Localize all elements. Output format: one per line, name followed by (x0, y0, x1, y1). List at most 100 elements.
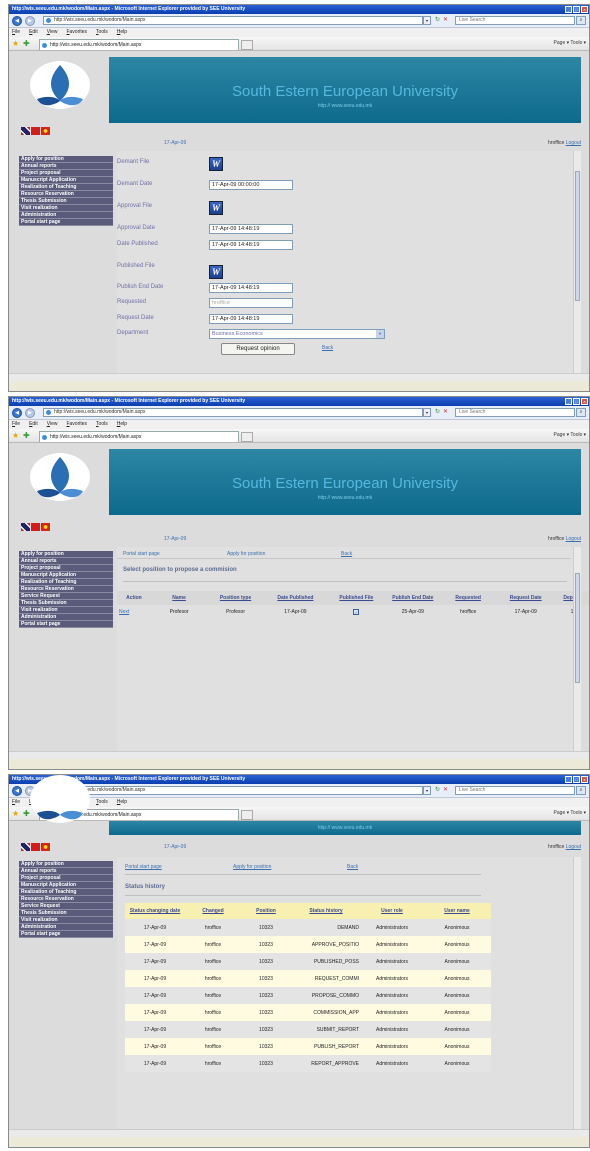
sidebar-item-portal[interactable]: Portal start page (19, 931, 113, 938)
macedonian-flag-icon[interactable] (41, 843, 50, 851)
col-action[interactable]: Action (117, 591, 151, 605)
logout-link[interactable]: Logout (566, 140, 581, 146)
albanian-flag-icon[interactable] (31, 523, 40, 531)
search-input[interactable]: Live Search (455, 786, 575, 795)
sidebar-item-apply[interactable]: Apply for position (19, 551, 113, 558)
col-date-published[interactable]: Date Published (264, 591, 327, 605)
back-link[interactable]: Back (322, 345, 333, 351)
col-request-date[interactable]: Request Date (496, 591, 555, 605)
sidebar-item-portal[interactable]: Portal start page (19, 219, 113, 226)
new-tab-button[interactable] (241, 40, 253, 50)
sidebar-item-administration[interactable]: Administration (19, 924, 113, 931)
sidebar-item-administration[interactable]: Administration (19, 212, 113, 219)
menu-tools[interactable]: Tools (96, 28, 108, 37)
publish-end-input[interactable]: 17-Apr-09 14:48:19 (209, 283, 293, 293)
refresh-icon[interactable]: ↻ (435, 787, 440, 793)
back-arrow-icon[interactable]: ◀ (12, 407, 22, 418)
menu-file[interactable]: File (12, 798, 20, 807)
portal-start-link[interactable]: Portal start page (125, 864, 162, 870)
menu-tools[interactable]: Tools (96, 420, 108, 429)
horizontal-scrollbar[interactable] (9, 751, 589, 759)
vertical-scrollbar[interactable] (573, 547, 581, 751)
menu-edit[interactable]: Edit (29, 420, 38, 429)
next-link[interactable]: Next (119, 609, 129, 615)
address-input[interactable]: http://wis.seeu.edu.mk/wodom/Main.aspx (43, 408, 423, 417)
menu-help[interactable]: Help (117, 420, 127, 429)
menu-help[interactable]: Help (117, 28, 127, 37)
sidebar-item-project-proposal[interactable]: Project proposal (19, 565, 113, 572)
stop-icon[interactable]: ✕ (443, 17, 448, 23)
minimize-icon[interactable]: _ (565, 398, 572, 405)
col-position-type[interactable]: Position type (207, 591, 263, 605)
sidebar-item-annual-reports[interactable]: Annual reports (19, 558, 113, 565)
portal-start-link[interactable]: Portal start page (123, 551, 160, 557)
sidebar-item-annual-reports[interactable]: Annual reports (19, 868, 113, 875)
document-icon[interactable]: ✓ (353, 608, 360, 615)
col-publish-end[interactable]: Publish End Date (386, 591, 440, 605)
sidebar-item-resource[interactable]: Resource Reservation (19, 896, 113, 903)
sidebar-item-thesis[interactable]: Thesis Submission (19, 198, 113, 205)
menu-view[interactable]: View (47, 420, 58, 429)
sidebar-item-visit[interactable]: Visit realization (19, 607, 113, 614)
sidebar-item-portal[interactable]: Portal start page (19, 621, 113, 628)
add-favorite-icon[interactable]: ✚ (23, 431, 30, 440)
search-input[interactable]: Live Search (455, 16, 575, 25)
maximize-icon[interactable]: □ (573, 776, 580, 783)
sidebar-item-service[interactable]: Service Request (19, 593, 113, 600)
menu-favorites[interactable]: Favorites (66, 28, 87, 37)
requested-input[interactable]: hroffice (209, 298, 293, 308)
col-published-file[interactable]: Published File (327, 591, 386, 605)
sidebar-item-visit[interactable]: Visit realization (19, 205, 113, 212)
site-url[interactable]: http:// www.seeu.edu.mk (109, 495, 581, 501)
close-icon[interactable]: × (581, 398, 588, 405)
horizontal-scrollbar[interactable] (9, 1129, 589, 1137)
address-dropdown[interactable]: ▾ (423, 16, 431, 25)
logout-link[interactable]: Logout (566, 844, 581, 850)
uk-flag-icon[interactable] (21, 127, 30, 135)
menu-help[interactable]: Help (117, 798, 127, 807)
albanian-flag-icon[interactable] (31, 127, 40, 135)
address-input[interactable]: http://wis.seeu.edu.mk/wodom/Main.aspx (43, 16, 423, 25)
sidebar-item-visit[interactable]: Visit realization (19, 917, 113, 924)
word-doc-icon[interactable]: W (209, 201, 223, 215)
albanian-flag-icon[interactable] (31, 843, 40, 851)
favorites-star-icon[interactable]: ★ (12, 431, 19, 440)
sidebar-item-administration[interactable]: Administration (19, 614, 113, 621)
sidebar-item-resource[interactable]: Resource Reservation (19, 191, 113, 198)
horizontal-scrollbar[interactable] (9, 373, 589, 381)
sidebar-item-realization[interactable]: Realization of Teaching (19, 579, 113, 586)
sidebar-item-apply[interactable]: Apply for position (19, 861, 113, 868)
sidebar-item-resource[interactable]: Resource Reservation (19, 586, 113, 593)
uk-flag-icon[interactable] (21, 843, 30, 851)
new-tab-button[interactable] (241, 810, 253, 820)
command-bar[interactable]: Page ▾ Tools ▾ (554, 432, 586, 438)
sidebar-item-service[interactable]: Service Request (19, 903, 113, 910)
uk-flag-icon[interactable] (21, 523, 30, 531)
col-user-role[interactable]: User role (361, 903, 423, 919)
address-dropdown[interactable]: ▾ (423, 408, 431, 417)
minimize-icon[interactable]: _ (565, 6, 572, 13)
sidebar-item-manuscript[interactable]: Manuscript Application (19, 882, 113, 889)
col-position[interactable]: Position (241, 903, 291, 919)
col-requested[interactable]: Requested (440, 591, 496, 605)
command-bar[interactable]: Page ▾ Tools ▾ (554, 40, 586, 46)
address-input[interactable]: http://wis.seeu.edu.mk/wodom/Main.aspx (43, 786, 423, 795)
add-favorite-icon[interactable]: ✚ (23, 39, 30, 48)
sidebar-item-apply[interactable]: Apply for position (19, 156, 113, 163)
apply-position-link[interactable]: Apply for position (227, 551, 265, 557)
site-url[interactable]: http:// www.seeu.edu.mk (109, 825, 581, 831)
close-icon[interactable]: × (581, 776, 588, 783)
apply-position-link[interactable]: Apply for position (233, 864, 271, 870)
sidebar-item-thesis[interactable]: Thesis Submission (19, 910, 113, 917)
back-link[interactable]: Back (341, 551, 352, 557)
forward-arrow-icon[interactable]: ▶ (25, 407, 35, 418)
menu-view[interactable]: View (47, 28, 58, 37)
col-status-history[interactable]: Status history (291, 903, 361, 919)
department-select[interactable]: Business Economics ▼ (209, 329, 385, 339)
macedonian-flag-icon[interactable] (41, 127, 50, 135)
menu-favorites[interactable]: Favorites (66, 420, 87, 429)
sidebar-item-manuscript[interactable]: Manuscript Application (19, 177, 113, 184)
col-user-name[interactable]: User name (423, 903, 491, 919)
vertical-scrollbar[interactable] (573, 151, 581, 373)
sidebar-item-annual-reports[interactable]: Annual reports (19, 163, 113, 170)
